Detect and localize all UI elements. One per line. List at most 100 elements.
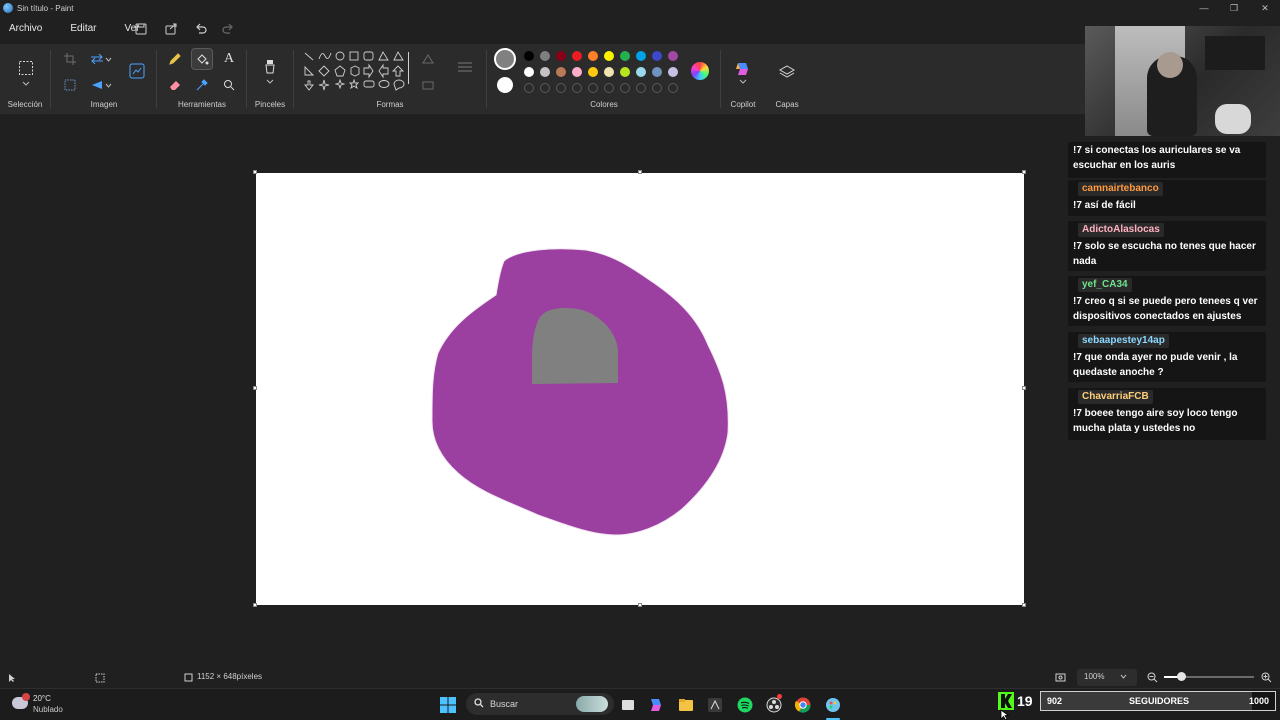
rotate-icon[interactable] — [60, 75, 80, 95]
zoom-chevron-down-icon — [1120, 672, 1127, 681]
custom-color-slot[interactable] — [604, 83, 614, 93]
taskbar-search[interactable]: Buscar — [466, 693, 614, 715]
custom-color-slot[interactable] — [636, 83, 646, 93]
custom-color-slot[interactable] — [540, 83, 550, 93]
color-swatch[interactable] — [524, 51, 534, 61]
obs-icon[interactable] — [766, 697, 782, 713]
custom-color-slot[interactable] — [572, 83, 582, 93]
search-placeholder: Buscar — [490, 699, 519, 709]
color-picker-icon[interactable] — [192, 75, 212, 95]
minimize-button[interactable]: — — [1189, 0, 1219, 16]
zoom-select[interactable]: 100% — [1077, 669, 1137, 686]
brushes-chevron-down-icon[interactable] — [260, 76, 280, 86]
color-swatch[interactable] — [620, 67, 630, 77]
chat-message-text: !7 solo se escucha no tenes que hacer na… — [1073, 241, 1256, 267]
canvas-resize-handle[interactable] — [1022, 603, 1026, 607]
magnifier-icon[interactable] — [219, 75, 239, 95]
fit-to-window-icon[interactable] — [1055, 672, 1066, 685]
task-view-icon[interactable] — [620, 697, 636, 713]
color-swatch[interactable] — [588, 51, 598, 61]
canvas-resize-handle[interactable] — [253, 170, 257, 174]
share-icon[interactable] — [162, 20, 180, 38]
color-swatch[interactable] — [652, 67, 662, 77]
color-swatch[interactable] — [556, 51, 566, 61]
color-swatch[interactable] — [636, 67, 646, 77]
selection-size-icon — [95, 673, 105, 685]
select-rectangle-icon[interactable] — [15, 57, 37, 79]
shape-outline-icon[interactable] — [418, 49, 438, 69]
color-swatch[interactable] — [636, 51, 646, 61]
menu-edit[interactable]: Editar — [61, 18, 105, 40]
canvas-resize-handle[interactable] — [638, 170, 642, 174]
shapes-scrollbar[interactable] — [408, 52, 409, 84]
undo-icon[interactable] — [192, 20, 210, 38]
spotify-icon[interactable] — [737, 697, 753, 713]
paint-taskbar-icon[interactable] — [825, 697, 841, 713]
group-label-copilot: Copilot — [730, 100, 756, 109]
chat-username: AdictoAlaslocas — [1078, 223, 1164, 237]
shapes-gallery[interactable] — [302, 50, 410, 98]
color-swatch[interactable] — [588, 67, 598, 77]
color-swatch[interactable] — [540, 51, 550, 61]
primary-color-swatch[interactable] — [494, 48, 516, 70]
custom-color-slot[interactable] — [652, 83, 662, 93]
menu-file[interactable]: Archivo — [0, 18, 51, 40]
flip-chevron-down-icon[interactable] — [102, 75, 114, 95]
image-select-icon[interactable] — [127, 61, 147, 81]
kick-viewer-count: 19 — [1017, 693, 1033, 709]
zoom-out-icon[interactable] — [1147, 672, 1158, 685]
fill-bucket-icon[interactable] — [191, 48, 213, 70]
shape-fill-icon[interactable] — [418, 75, 438, 95]
secondary-color-swatch[interactable] — [497, 77, 513, 93]
file-explorer-icon[interactable] — [678, 697, 694, 713]
line-size-icon[interactable] — [455, 57, 475, 77]
maximize-button[interactable]: ❐ — [1219, 0, 1249, 16]
layers-icon[interactable] — [777, 62, 797, 82]
chrome-icon[interactable] — [794, 697, 811, 713]
color-swatch[interactable] — [668, 51, 678, 61]
color-swatch[interactable] — [652, 51, 662, 61]
edit-colors-icon[interactable] — [691, 62, 709, 80]
color-swatch[interactable] — [572, 51, 582, 61]
canvas-size-text: 1152 × 648píxeles — [197, 672, 263, 681]
crop-icon[interactable] — [60, 49, 80, 69]
color-swatch[interactable] — [540, 67, 550, 77]
canvas-resize-handle[interactable] — [253, 603, 257, 607]
eraser-icon[interactable] — [165, 75, 185, 95]
custom-color-slot[interactable] — [588, 83, 598, 93]
canvas-resize-handle[interactable] — [1022, 386, 1026, 390]
save-icon[interactable] — [132, 20, 150, 38]
pencil-icon[interactable] — [165, 49, 185, 69]
color-swatch[interactable] — [572, 67, 582, 77]
selection-chevron-down-icon[interactable] — [16, 78, 36, 88]
custom-color-slot[interactable] — [524, 83, 534, 93]
color-swatch[interactable] — [604, 51, 614, 61]
brush-icon[interactable] — [260, 57, 280, 77]
close-button[interactable]: ✕ — [1250, 0, 1280, 16]
redo-icon[interactable] — [219, 20, 237, 38]
copilot-chevron-down-icon[interactable] — [733, 76, 753, 86]
custom-color-slot[interactable] — [668, 83, 678, 93]
color-swatch[interactable] — [556, 67, 566, 77]
drawing-canvas[interactable] — [256, 173, 1024, 605]
ribbon-divider — [246, 50, 247, 108]
color-swatch[interactable] — [620, 51, 630, 61]
canvas-resize-handle[interactable] — [1022, 170, 1026, 174]
color-swatch[interactable] — [524, 67, 534, 77]
copilot-taskbar-icon[interactable] — [648, 697, 664, 713]
text-tool-icon[interactable]: A — [219, 49, 239, 69]
custom-color-slot[interactable] — [556, 83, 566, 93]
color-swatch[interactable] — [668, 67, 678, 77]
chat-message-text: !7 boeee tengo aire soy loco tengo mucha… — [1073, 408, 1238, 434]
zoom-in-icon[interactable] — [1261, 672, 1272, 685]
notification-badge — [22, 693, 30, 701]
game-app-icon[interactable] — [707, 697, 723, 713]
windows-start-icon[interactable] — [440, 697, 456, 713]
canvas-resize-handle[interactable] — [253, 386, 257, 390]
canvas-resize-handle[interactable] — [638, 603, 642, 607]
color-swatch[interactable] — [604, 67, 614, 77]
ribbon-divider — [50, 50, 51, 108]
custom-color-slot[interactable] — [620, 83, 630, 93]
resize-chevron-down-icon[interactable] — [102, 49, 114, 69]
zoom-slider-thumb[interactable] — [1177, 672, 1186, 681]
